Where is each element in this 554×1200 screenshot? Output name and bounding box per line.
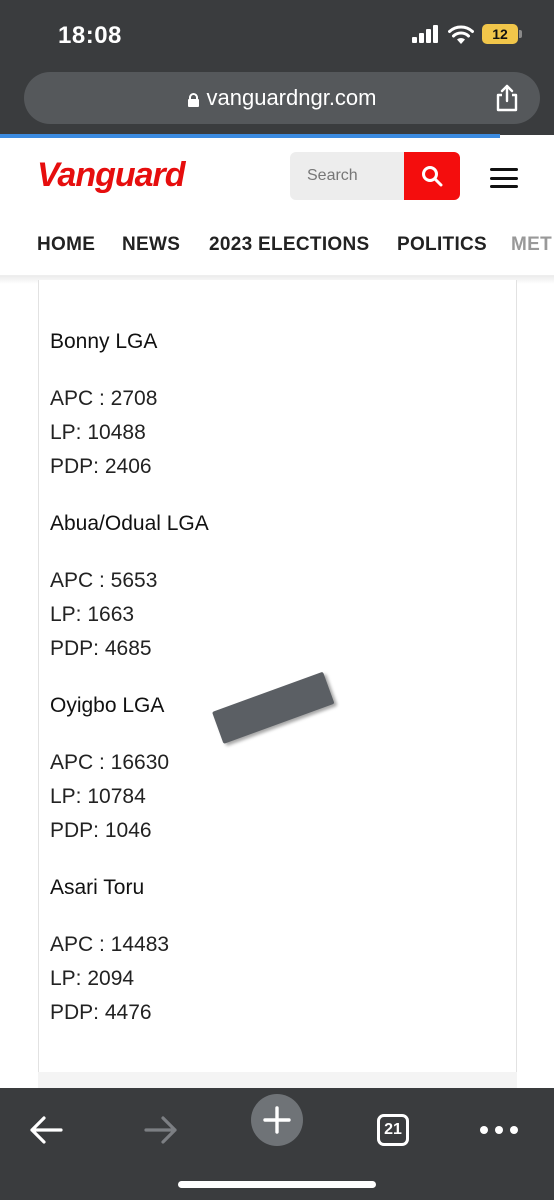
status-icons: 12 <box>412 24 522 44</box>
url-display: vanguardngr.com <box>24 85 540 111</box>
search-placeholder: Search <box>307 167 358 184</box>
result-line: PDP: 2406 <box>50 455 152 478</box>
tabs-icon: 21 <box>377 1114 409 1146</box>
result-line: PDP: 4685 <box>50 637 152 660</box>
site-header: Vanguard Search <box>0 138 554 214</box>
nav-item-metro[interactable]: MET <box>511 234 552 256</box>
lga-heading: Bonny LGA <box>50 330 158 353</box>
plus-icon <box>263 1106 291 1134</box>
back-arrow-icon <box>30 1116 63 1144</box>
search-button[interactable] <box>404 152 460 200</box>
result-line: LP: 2094 <box>50 967 135 990</box>
new-tab-button[interactable] <box>251 1094 303 1146</box>
forward-arrow-icon <box>144 1116 177 1144</box>
result-line: LP: 10488 <box>50 421 146 444</box>
result-line: APC : 2708 <box>50 387 158 410</box>
search-input[interactable]: Search <box>290 152 404 200</box>
back-button[interactable] <box>18 1102 74 1158</box>
nav-item-home[interactable]: HOME <box>37 234 95 256</box>
more-icon <box>480 1126 518 1134</box>
forward-button[interactable] <box>133 1102 189 1158</box>
nav-item-news[interactable]: NEWS <box>122 234 180 256</box>
signal-icon <box>412 25 438 43</box>
url-bar[interactable]: vanguardngr.com <box>24 72 540 124</box>
menu-icon[interactable] <box>490 168 518 188</box>
result-line: LP: 10784 <box>50 785 146 808</box>
share-icon[interactable] <box>494 84 520 112</box>
result-line: APC : 14483 <box>50 933 170 956</box>
lock-icon <box>187 93 199 107</box>
status-time: 18:08 <box>58 22 122 49</box>
battery-icon: 12 <box>482 24 522 44</box>
nav-item-2023-elections[interactable]: 2023 ELECTIONS <box>209 234 369 256</box>
wifi-icon <box>448 25 474 44</box>
url-text: vanguardngr.com <box>206 85 377 110</box>
main-nav: HOME NEWS 2023 ELECTIONS POLITICS MET <box>0 214 554 276</box>
lga-heading: Asari Toru <box>50 876 145 899</box>
lga-heading: Abua/Odual LGA <box>50 512 209 535</box>
result-line: APC : 16630 <box>50 751 170 774</box>
search-icon <box>422 166 443 187</box>
result-line: PDP: 1046 <box>50 819 152 842</box>
home-indicator <box>178 1181 376 1188</box>
browser-top-bar: 18:08 12 vanguardngr.com <box>0 0 554 135</box>
tabs-button[interactable]: 21 <box>365 1102 421 1158</box>
nav-item-politics[interactable]: POLITICS <box>397 234 487 256</box>
site-logo[interactable]: Vanguard <box>37 156 186 195</box>
more-button[interactable] <box>471 1102 527 1158</box>
article-footer-strip <box>38 1072 517 1088</box>
result-line: PDP: 4476 <box>50 1001 152 1024</box>
lga-heading: Oyigbo LGA <box>50 694 165 717</box>
result-line: APC : 5653 <box>50 569 158 592</box>
result-line: LP: 1663 <box>50 603 135 626</box>
